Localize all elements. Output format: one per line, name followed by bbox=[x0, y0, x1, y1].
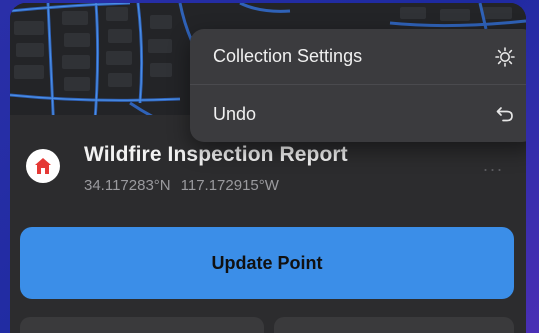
menu-item-undo[interactable]: Undo bbox=[190, 86, 526, 142]
record-sheet: Wildfire Inspection Report 34.117283°N 11… bbox=[10, 115, 526, 333]
window-frame: Wildfire Inspection Report 34.117283°N 11… bbox=[0, 0, 539, 333]
house-icon bbox=[26, 149, 60, 183]
bottom-toolbar bbox=[10, 317, 526, 333]
undo-arrow-icon bbox=[494, 103, 516, 125]
menu-item-label: Collection Settings bbox=[213, 46, 363, 66]
menu-item-collection-settings[interactable]: Collection Settings bbox=[190, 29, 526, 85]
toolbar-button-right[interactable] bbox=[274, 317, 514, 333]
longitude-value: 117.172915°W bbox=[180, 177, 279, 194]
record-coordinates: 34.117283°N 117.172915°W bbox=[84, 177, 279, 194]
context-menu: Collection Settings Undo bbox=[190, 29, 526, 142]
more-options-button[interactable]: ··· bbox=[476, 159, 510, 179]
record-title: Wildfire Inspection Report bbox=[84, 143, 348, 166]
latitude-value: 34.117283°N bbox=[84, 177, 171, 194]
gear-icon bbox=[494, 46, 516, 68]
toolbar-button-left[interactable] bbox=[20, 317, 264, 333]
menu-item-label: Undo bbox=[213, 103, 257, 124]
update-point-button[interactable]: Update Point bbox=[20, 227, 514, 299]
app-screen: Wildfire Inspection Report 34.117283°N 11… bbox=[10, 3, 526, 333]
